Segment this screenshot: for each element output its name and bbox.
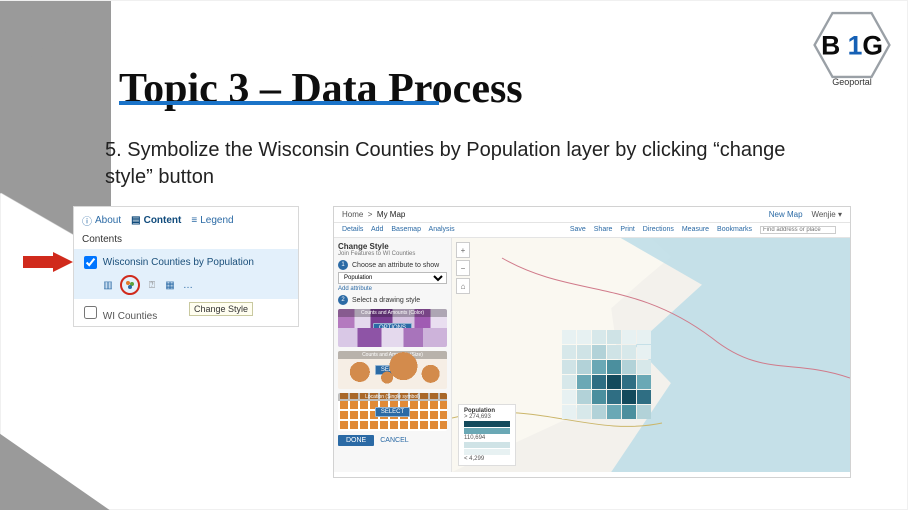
swatch-low2 bbox=[464, 449, 510, 455]
layer-toolbar: ▥ ⍰ ▦ … bbox=[80, 272, 292, 295]
slide: B 1G Geoportal Topic 3 – Data Process 5.… bbox=[0, 0, 908, 510]
more-options-icon[interactable]: … bbox=[182, 279, 194, 291]
options-button[interactable]: OPTIONS bbox=[373, 323, 412, 333]
chevron-down-icon: ▾ bbox=[838, 210, 842, 219]
tab-about[interactable]: ⓘ About bbox=[82, 213, 121, 228]
user-name[interactable]: Wenjie bbox=[811, 210, 835, 219]
change-style-icon[interactable] bbox=[120, 275, 140, 295]
zoom-home-button[interactable]: ⌂ bbox=[456, 278, 470, 294]
step-number-1: 1 bbox=[338, 260, 348, 270]
tool-basemap[interactable]: Basemap bbox=[391, 226, 421, 233]
swatch-high bbox=[464, 421, 510, 427]
layer1-checkbox[interactable] bbox=[84, 256, 97, 269]
table-icon[interactable]: ▦ bbox=[164, 279, 176, 291]
tab-legend[interactable]: ≡ Legend bbox=[191, 215, 233, 226]
tool-save[interactable]: Save bbox=[570, 226, 586, 233]
info-icon: ⓘ bbox=[82, 213, 92, 228]
zoom-in-button[interactable]: + bbox=[456, 242, 470, 258]
legend-high: > 274,693 bbox=[464, 414, 510, 420]
tab-legend-label: Legend bbox=[200, 215, 233, 226]
layer2-title: WI Counties bbox=[103, 311, 157, 322]
attribute-select[interactable]: Population bbox=[338, 272, 447, 284]
svg-text:B 1G: B 1G bbox=[821, 30, 883, 60]
swatch-low1 bbox=[464, 442, 510, 448]
select-button-1[interactable]: SELECT bbox=[375, 365, 410, 375]
layer-item-selected[interactable]: Wisconsin Counties by Population ▥ ⍰ ▦ …… bbox=[74, 249, 298, 299]
cs-step1-label: Choose an attribute to show bbox=[352, 262, 439, 269]
card3-caption: Location (Single symbol) bbox=[338, 393, 447, 401]
tool-print[interactable]: Print bbox=[620, 226, 634, 233]
tool-bookmarks[interactable]: Bookmarks bbox=[717, 226, 752, 233]
red-arrow-icon bbox=[23, 252, 73, 272]
breadcrumb-home[interactable]: Home bbox=[342, 210, 363, 219]
card2-caption: Counts and Amounts (Size) bbox=[338, 351, 447, 359]
check-icon: ✓ bbox=[433, 332, 443, 342]
tab-content[interactable]: ▤ Content bbox=[131, 215, 181, 226]
cs-step1: 1 Choose an attribute to show bbox=[338, 260, 447, 270]
title-underline bbox=[119, 101, 439, 105]
zoom-controls: + − ⌂ bbox=[456, 242, 470, 296]
cs-step2: 2 Select a drawing style bbox=[338, 295, 447, 305]
cs-footer: DONE CANCEL bbox=[338, 435, 447, 446]
tab-content-label: Content bbox=[144, 215, 182, 226]
legend-icon: ≡ bbox=[191, 215, 197, 226]
new-map-link[interactable]: New Map bbox=[769, 210, 803, 219]
tool-directions[interactable]: Directions bbox=[643, 226, 674, 233]
layers-icon: ▤ bbox=[131, 215, 140, 226]
map-application: Home > My Map New Map Wenjie ▾ Details A… bbox=[333, 206, 851, 478]
cs-step2-label: Select a drawing style bbox=[352, 297, 420, 304]
step-number-2: 2 bbox=[338, 295, 348, 305]
select-button-2[interactable]: SELECT bbox=[375, 407, 410, 417]
legend-low: < 4,299 bbox=[464, 456, 510, 462]
map-canvas[interactable]: + − ⌂ Population > 274,693 110,694 < 4,2… bbox=[452, 238, 850, 472]
layer1-title: Wisconsin Counties by Population bbox=[103, 257, 254, 268]
map-toolbar: Details Add Basemap Analysis Save Share … bbox=[334, 223, 850, 238]
change-style-tooltip: Change Style bbox=[189, 302, 253, 316]
panel-tabs: ⓘ About ▤ Content ≡ Legend bbox=[74, 207, 298, 234]
contents-panel: ⓘ About ▤ Content ≡ Legend Contents Wisc… bbox=[73, 206, 299, 327]
contents-heading: Contents bbox=[74, 234, 298, 249]
layer-item-2[interactable]: WI Counties bbox=[74, 299, 298, 326]
search-input[interactable] bbox=[760, 226, 836, 234]
page-title: Topic 3 – Data Process bbox=[119, 65, 523, 113]
zoom-out-button[interactable]: − bbox=[456, 260, 470, 276]
tool-measure[interactable]: Measure bbox=[682, 226, 709, 233]
legend-mid: 110,694 bbox=[464, 435, 510, 441]
done-button[interactable]: DONE bbox=[338, 435, 374, 446]
card1-caption: Counts and Amounts (Color) bbox=[338, 309, 447, 317]
cancel-button[interactable]: CANCEL bbox=[380, 437, 408, 444]
b1g-logo-icon: B 1G bbox=[813, 11, 891, 79]
change-style-panel: Change Style Join Features to WI Countie… bbox=[334, 238, 452, 472]
style-card-size[interactable]: Counts and Amounts (Size) SELECT bbox=[338, 351, 447, 389]
choropleth-counties bbox=[562, 330, 651, 419]
logo: B 1G Geoportal bbox=[813, 11, 891, 87]
tool-details[interactable]: Details bbox=[342, 226, 363, 233]
style-card-color[interactable]: Counts and Amounts (Color) OPTIONS ✓ bbox=[338, 309, 447, 347]
show-legend-icon[interactable]: ▥ bbox=[102, 279, 114, 291]
filter-icon[interactable]: ⍰ bbox=[146, 279, 158, 291]
add-attribute-link[interactable]: Add attribute bbox=[338, 286, 447, 292]
swatch-mid bbox=[464, 428, 510, 434]
map-header: Home > My Map New Map Wenjie ▾ bbox=[334, 207, 850, 223]
map-body: Change Style Join Features to WI Countie… bbox=[334, 238, 850, 472]
breadcrumb-mymap: My Map bbox=[377, 210, 405, 219]
layer2-checkbox[interactable] bbox=[84, 306, 97, 319]
cs-subtitle: Join Features to WI Counties bbox=[338, 251, 447, 257]
tool-share[interactable]: Share bbox=[594, 226, 613, 233]
style-card-location[interactable]: Location (Single symbol) SELECT bbox=[338, 393, 447, 431]
tool-analysis[interactable]: Analysis bbox=[429, 226, 455, 233]
tool-add[interactable]: Add bbox=[371, 226, 383, 233]
cs-title: Change Style bbox=[338, 242, 447, 251]
instruction-step: 5. Symbolize the Wisconsin Counties by P… bbox=[105, 137, 805, 191]
tab-about-label: About bbox=[95, 215, 121, 226]
map-legend: Population > 274,693 110,694 < 4,299 bbox=[458, 404, 516, 466]
